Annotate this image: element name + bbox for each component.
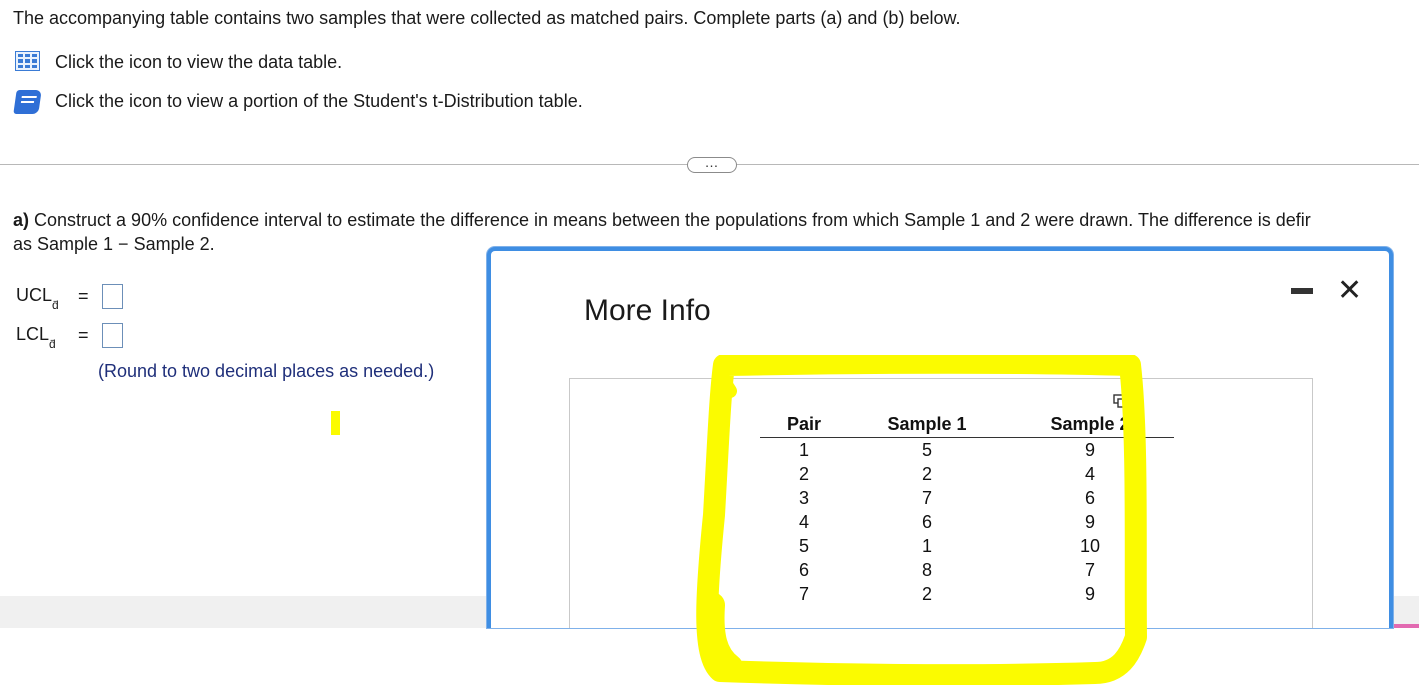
cell-pair: 5 xyxy=(798,535,809,556)
table-row: 5 1 10 xyxy=(760,534,1174,558)
cell-pair: 6 xyxy=(798,559,809,580)
lcl-input[interactable] xyxy=(102,323,123,348)
cell-sample-2: 7 xyxy=(1084,559,1095,580)
table-row: 7 2 9 xyxy=(760,582,1174,606)
cell-sample-1: 7 xyxy=(921,487,932,508)
copy-icon[interactable] xyxy=(1113,394,1129,408)
question-body: Construct a 90% confidence interval to e… xyxy=(29,210,1311,230)
cell-sample-2: 10 xyxy=(1079,535,1101,556)
problem-intro: The accompanying table contains two samp… xyxy=(13,8,961,28)
accent-strip xyxy=(1393,624,1419,628)
dialog-title: More Info xyxy=(584,294,711,327)
table-row: 6 8 7 xyxy=(760,558,1174,582)
header-sample-2: Sample 2 xyxy=(1006,413,1174,438)
data-table-icon[interactable] xyxy=(15,51,42,73)
table-row: 4 6 9 xyxy=(760,510,1174,534)
close-icon[interactable]: ✕ xyxy=(1337,276,1362,306)
table-row: 2 2 4 xyxy=(760,462,1174,486)
cell-sample-2: 9 xyxy=(1084,511,1095,532)
cell-sample-2: 4 xyxy=(1084,463,1095,484)
cell-sample-1: 5 xyxy=(921,439,932,460)
cell-sample-2: 9 xyxy=(1084,583,1095,604)
ucl-label: UCLd̄ xyxy=(16,284,59,313)
cell-pair: 7 xyxy=(798,583,809,604)
cell-sample-1: 1 xyxy=(921,535,932,556)
equals-sign: = xyxy=(78,286,89,306)
table-row: 1 5 9 xyxy=(760,438,1174,463)
cell-sample-1: 2 xyxy=(921,463,932,484)
header-pair: Pair xyxy=(760,413,848,438)
view-t-table-label[interactable]: Click the icon to view a portion of the … xyxy=(55,91,583,112)
cell-sample-1: 6 xyxy=(921,511,932,532)
ucl-row: UCLd̄ = xyxy=(16,284,123,313)
table-row: 3 7 6 xyxy=(760,486,1174,510)
cell-sample-1: 8 xyxy=(921,559,932,580)
minimize-icon[interactable] xyxy=(1291,288,1313,294)
view-data-table-link[interactable]: Click the icon to view the data table. xyxy=(15,51,342,73)
view-t-table-link[interactable]: Click the icon to view a portion of the … xyxy=(13,90,583,114)
expand-button[interactable]: … xyxy=(687,155,737,173)
paired-data-table: Pair Sample 1 Sample 2 1 5 9 2 2 4 3 7 6 4 6 9 5… xyxy=(760,413,1174,606)
table-header-row: Pair Sample 1 Sample 2 xyxy=(760,413,1174,438)
question-part-label: a) xyxy=(13,210,30,230)
cell-sample-2: 9 xyxy=(1084,439,1095,460)
header-sample-1: Sample 1 xyxy=(848,413,1006,438)
lcl-row: LCLd̄ = xyxy=(16,323,123,352)
question-body-line2: as Sample 1 − Sample 2. xyxy=(13,234,215,254)
cell-sample-1: 2 xyxy=(921,583,932,604)
cell-pair: 2 xyxy=(798,463,809,484)
view-data-table-label[interactable]: Click the icon to view the data table. xyxy=(55,52,342,73)
lcl-label: LCLd̄ xyxy=(16,323,56,352)
equals-sign: = xyxy=(78,325,89,345)
ucl-input[interactable] xyxy=(102,284,123,309)
cell-pair: 3 xyxy=(798,487,809,508)
round-instruction: (Round to two decimal places as needed.) xyxy=(98,361,435,381)
book-icon[interactable] xyxy=(13,90,42,114)
cell-pair: 1 xyxy=(798,439,809,460)
highlight-mark xyxy=(331,411,340,435)
cell-sample-2: 6 xyxy=(1084,487,1095,508)
cell-pair: 4 xyxy=(798,511,809,532)
